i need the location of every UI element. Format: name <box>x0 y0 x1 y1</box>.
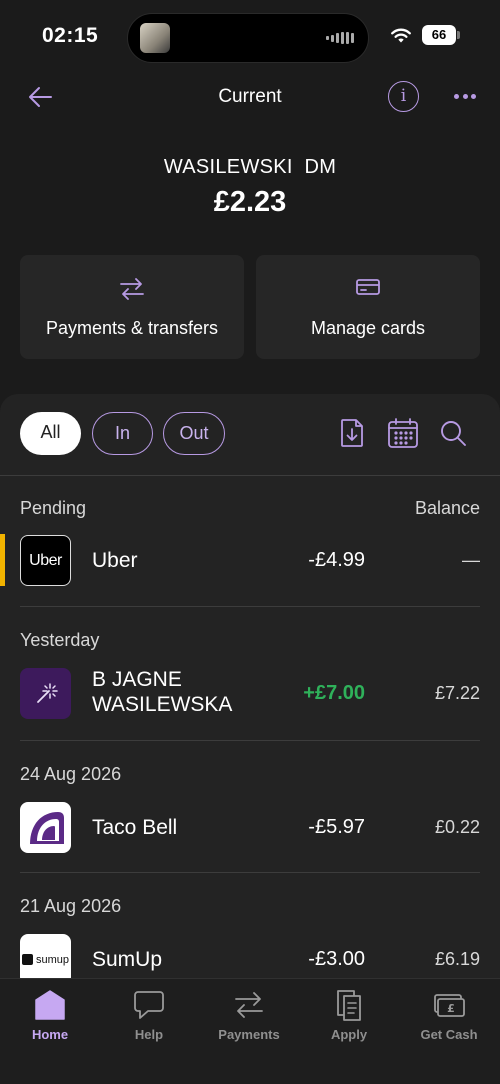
balance-column-header: Balance <box>414 498 480 518</box>
tab-apply[interactable]: Apply <box>299 987 399 1047</box>
more-dot <box>462 93 468 99</box>
transaction-amount: -£3.00 <box>308 948 365 970</box>
tab-label: Help <box>134 1027 164 1042</box>
merchant-name: Uber <box>92 549 138 572</box>
statement-download-icon <box>341 419 363 447</box>
tab-label: Get Cash <box>420 1027 478 1042</box>
account-balance: £2.23 <box>213 186 287 218</box>
transaction-row[interactable]: Taco Bell -£5.97 £0.22 <box>0 802 500 858</box>
status-time: 02:15 <box>42 24 99 47</box>
payments-transfers-label: Payments & transfers <box>45 318 219 338</box>
sparkle-icon <box>20 668 71 719</box>
filter-all-chip[interactable]: All <box>20 412 81 455</box>
transaction-amount: -£5.97 <box>308 816 365 838</box>
transfer-arrows-icon <box>235 992 263 1018</box>
taco-bell-logo <box>20 802 71 853</box>
filter-divider <box>0 475 500 476</box>
status-bar: 02:15 66 <box>0 0 500 72</box>
dynamic-island[interactable] <box>127 13 369 63</box>
tab-home[interactable]: Home <box>0 987 100 1047</box>
group-label-date: 21 Aug 2026 <box>20 896 122 916</box>
bottom-tab-bar: Home Help Payments Apply £ Get Cash <box>0 978 500 1084</box>
manage-cards-button[interactable]: Manage cards <box>256 255 480 359</box>
download-statement-button[interactable] <box>335 416 369 450</box>
merchant-name: B JAGNE WASILEWSKA <box>92 667 232 717</box>
row-divider <box>20 872 480 873</box>
home-icon <box>35 990 65 1020</box>
tab-get-cash[interactable]: £ Get Cash <box>399 987 499 1047</box>
search-icon <box>441 421 466 446</box>
chat-bubble-icon <box>134 991 164 1019</box>
page-title: Current <box>218 86 282 107</box>
merchant-name-line: B JAGNE <box>92 668 182 691</box>
audio-wave-icon <box>326 32 354 44</box>
group-label-date: 24 Aug 2026 <box>20 764 122 784</box>
more-dot <box>471 93 476 99</box>
date-filter-button[interactable] <box>386 416 420 450</box>
merchant-name: Taco Bell <box>92 816 178 839</box>
group-label-yesterday: Yesterday <box>20 630 100 650</box>
merchant-name-line: WASILEWSKA <box>92 693 233 716</box>
battery-indicator: 66 <box>422 25 460 45</box>
info-button[interactable]: i <box>388 81 419 112</box>
nav-header: Current i <box>0 72 500 122</box>
running-balance: £0.22 <box>434 817 480 837</box>
running-balance: £7.22 <box>434 683 480 703</box>
filter-row: All In Out <box>20 412 480 456</box>
uber-logo: Uber <box>20 535 71 586</box>
wifi-icon <box>391 28 411 42</box>
transfer-arrows-icon <box>120 278 144 300</box>
payments-transfers-button[interactable]: Payments & transfers <box>20 255 244 359</box>
cash-icon: £ <box>434 994 465 1017</box>
transaction-amount: +£7.00 <box>303 682 365 704</box>
running-balance: £6.19 <box>434 949 480 969</box>
account-holder-name: WASILEWSKI DM <box>163 156 337 178</box>
transaction-row[interactable]: B JAGNE WASILEWSKA +£7.00 £7.22 <box>0 668 500 724</box>
row-divider <box>20 740 480 741</box>
more-options-button[interactable] <box>454 84 476 108</box>
running-balance: — <box>462 550 480 570</box>
merchant-name: SumUp <box>92 948 163 971</box>
more-dot <box>454 93 459 99</box>
svg-text:£: £ <box>447 1002 455 1015</box>
documents-icon <box>337 990 361 1021</box>
tab-payments[interactable]: Payments <box>199 987 299 1047</box>
info-icon: i <box>400 86 407 106</box>
search-button[interactable] <box>436 416 470 450</box>
card-icon <box>356 279 380 295</box>
transaction-amount: -£4.99 <box>308 549 365 571</box>
now-playing-thumbnail <box>140 23 170 53</box>
calendar-icon <box>388 418 418 448</box>
group-label-pending: Pending <box>20 498 87 518</box>
tab-label: Payments <box>218 1027 280 1042</box>
tab-label: Apply <box>330 1027 368 1042</box>
status-indicators: 66 <box>390 25 460 45</box>
manage-cards-label: Manage cards <box>310 318 426 338</box>
filter-in-chip[interactable]: In <box>92 412 153 455</box>
tab-help[interactable]: Help <box>99 987 199 1047</box>
filter-out-chip[interactable]: Out <box>163 412 225 455</box>
transaction-row[interactable]: Uber Uber -£4.99 — <box>0 535 500 591</box>
row-divider <box>20 606 480 607</box>
tab-label: Home <box>31 1027 69 1042</box>
